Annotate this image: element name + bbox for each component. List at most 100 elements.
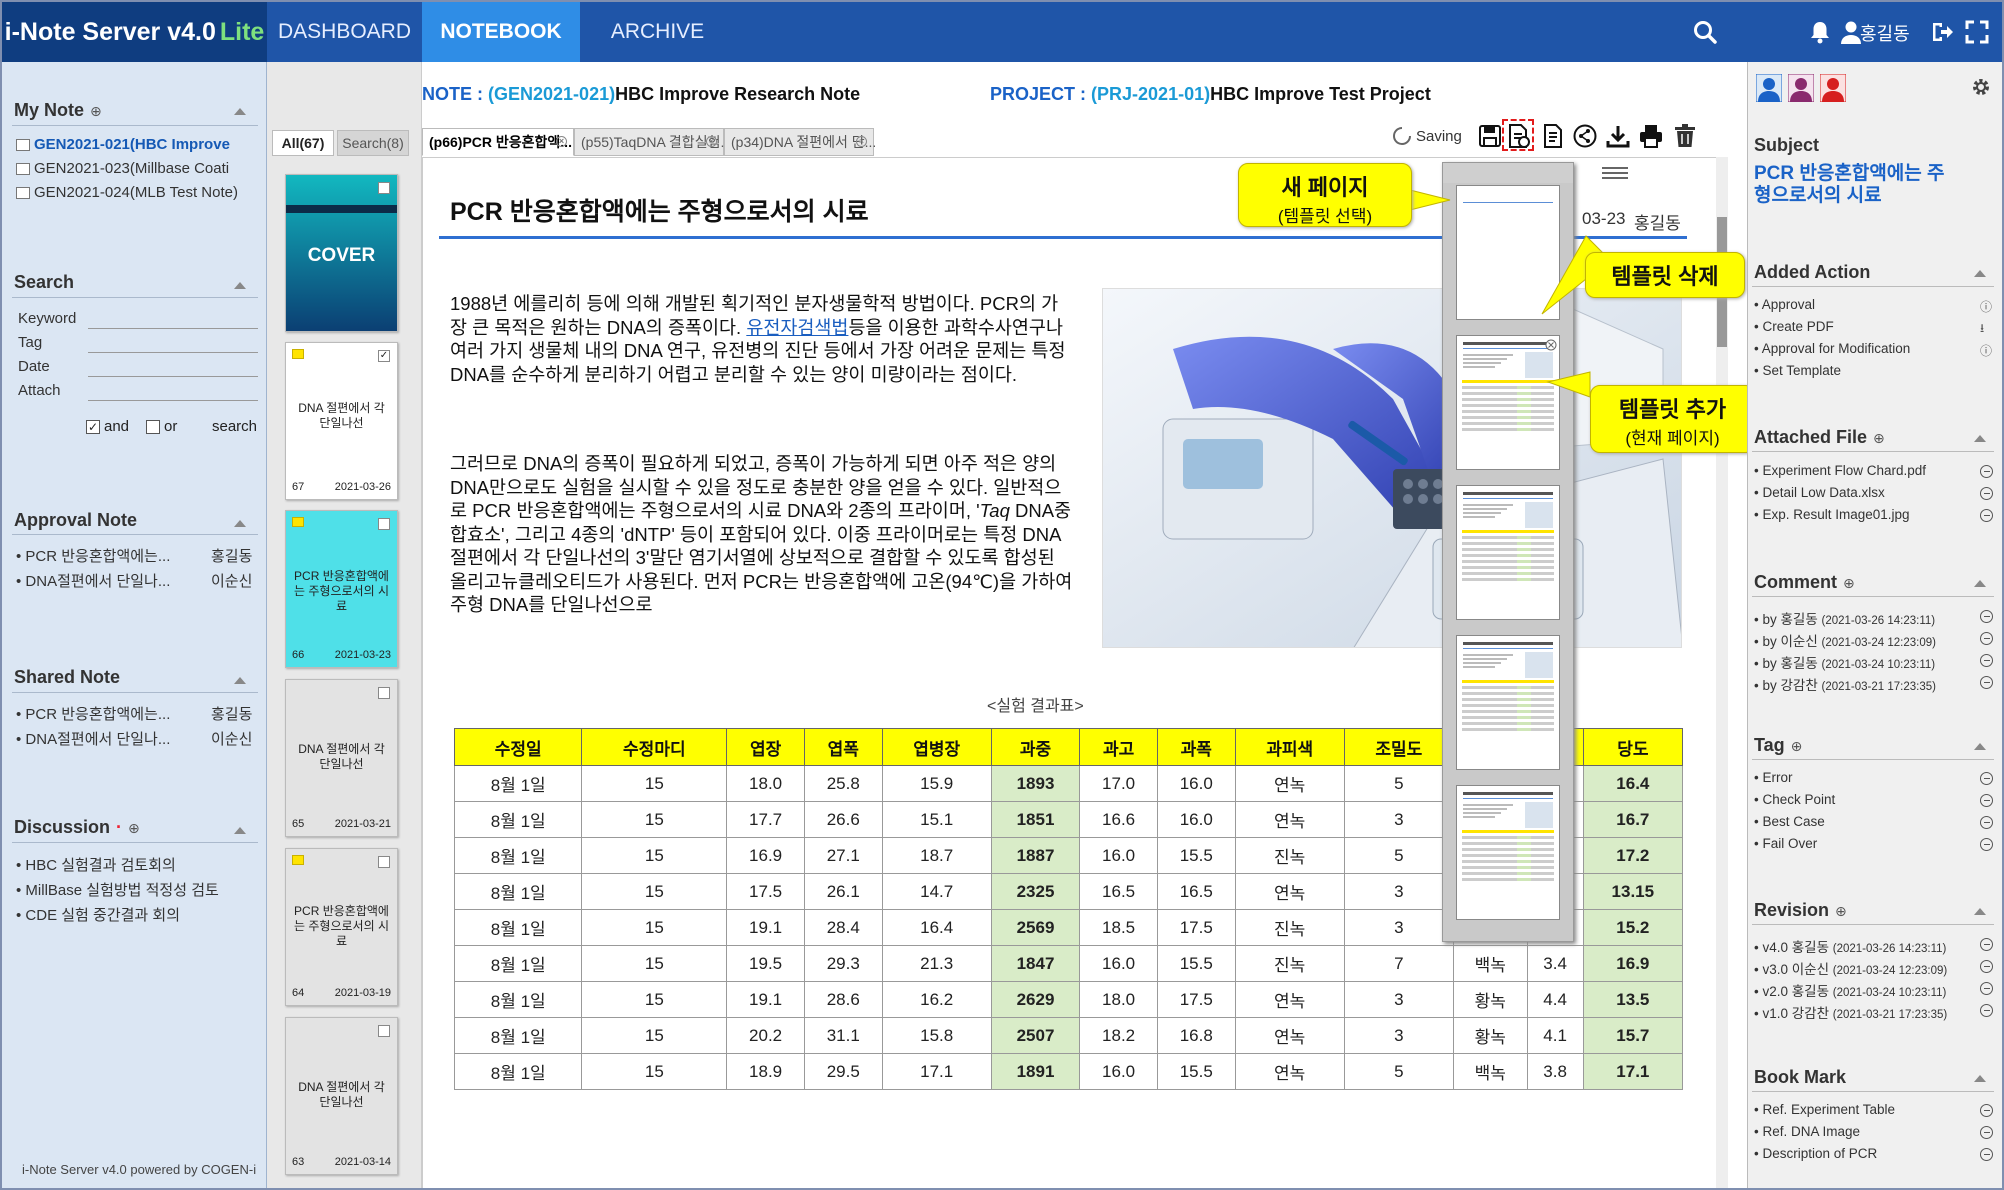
add-comment-icon[interactable]: ⊕ [1843,575,1855,591]
table-cell[interactable]: 3 [1343,873,1454,910]
table-cell[interactable]: 16.9 [1582,945,1684,982]
table-cell[interactable]: 8월 1일 [453,945,583,982]
tag-item[interactable]: • Best Case [1754,814,1825,829]
my-note-item[interactable]: GEN2021-023(Millbase Coati [16,160,229,177]
remove-icon[interactable] [1980,938,1993,951]
table-cell[interactable]: 16.0 [1079,837,1158,874]
page-thumbnail[interactable]: ✓ DNA 절편에서 각 단일나선 67 2021-03-26 [285,342,398,500]
action-approval[interactable]: • Approval [1754,297,1815,312]
table-cell[interactable]: 16.6 [1079,801,1158,838]
table-cell[interactable]: 16.4 [1582,765,1684,802]
table-cell[interactable]: 15 [581,1017,728,1054]
table-cell[interactable]: 31.1 [803,1017,883,1054]
table-cell[interactable]: 연녹 [1234,981,1345,1018]
table-cell[interactable]: 1847 [990,945,1081,982]
table-cell[interactable]: 8월 1일 [453,981,583,1018]
table-cell[interactable]: 17.1 [881,1053,992,1090]
fullscreen-icon[interactable] [1964,19,1990,45]
discussion-item[interactable]: • CDE 실험 중간결과 회의 [16,904,180,925]
table-cell[interactable]: 1887 [990,837,1081,874]
table-cell[interactable]: 3 [1343,909,1454,946]
nav-tab-archive[interactable]: ARCHIVE [580,2,735,62]
copy-page-icon[interactable] [1540,123,1566,149]
table-cell[interactable]: 연녹 [1234,765,1345,802]
remove-icon[interactable] [1980,772,1993,785]
table-cell[interactable]: 19.1 [726,981,805,1018]
table-cell[interactable]: 15.7 [1582,1017,1684,1054]
add-note-icon[interactable]: ⊕ [90,103,102,119]
revision-item[interactable]: • v4.0 홍길동 (2021-03-26 14:23:11) [1754,936,1946,956]
page-thumbnail[interactable]: PCR 반응혼합액에는 주형으로서의 시료 64 2021-03-19 [285,848,398,1006]
table-cell[interactable]: 16.8 [1156,1017,1236,1054]
search-icon[interactable] [1692,19,1718,45]
keyword-input[interactable] [88,328,258,329]
bookmark-item[interactable]: • Description of PCR [1754,1146,1877,1161]
my-note-item[interactable]: GEN2021-021(HBC Improve [16,136,230,153]
save-icon[interactable] [1477,123,1503,149]
remove-icon[interactable] [1980,1148,1993,1161]
add-tag-icon[interactable]: ⊕ [1791,738,1803,754]
table-cell[interactable]: 19.5 [726,945,805,982]
table-cell[interactable]: 8월 1일 [453,909,583,946]
remove-icon[interactable] [1980,816,1993,829]
tag-item[interactable]: • Check Point [1754,792,1835,807]
thumbnail-checkbox[interactable] [378,687,390,699]
table-cell[interactable]: 15 [581,981,728,1018]
table-cell[interactable]: 8월 1일 [453,1053,583,1090]
download-icon[interactable] [1605,123,1631,149]
trash-icon[interactable] [1672,123,1698,149]
info-icon[interactable]: ⓘ [1980,342,1992,359]
table-cell[interactable]: 16.0 [1156,801,1236,838]
paragraph-2[interactable]: 그러므로 DNA의 증폭이 필요하게 되었고, 증폭이 가능하게 되면 아주 적… [450,452,1075,617]
action-create-pdf[interactable]: • Create PDF [1754,319,1834,334]
close-tab-icon[interactable]: × [556,136,567,147]
user-name[interactable]: 홍길동 [1860,20,1910,46]
bell-icon[interactable] [1807,19,1833,45]
table-cell[interactable]: 13.5 [1582,981,1684,1018]
table-cell[interactable]: 15.2 [1582,909,1684,946]
table-cell[interactable]: 16.0 [1079,1053,1158,1090]
remove-icon[interactable] [1980,487,1993,500]
remove-icon[interactable] [1980,1104,1993,1117]
table-cell[interactable]: 17.1 [1582,1053,1684,1090]
bookmark-item[interactable]: • Ref. Experiment Table [1754,1102,1895,1117]
attached-file-item[interactable]: • Exp. Result Image01.jpg [1754,507,1910,522]
table-cell[interactable]: 15 [581,801,728,838]
table-cell[interactable]: 3 [1343,1017,1454,1054]
revision-item[interactable]: • v3.0 이순신 (2021-03-24 12:23:09) [1754,958,1947,978]
table-cell[interactable]: 16.5 [1156,873,1236,910]
table-cell[interactable]: 15.5 [1156,837,1236,874]
attached-file-item[interactable]: • Experiment Flow Chard.pdf [1754,463,1926,478]
collapse-my-note-icon[interactable] [234,108,246,115]
paragraph-1[interactable]: 1988년 에를리히 등에 의해 개발된 획기적인 분자생물학적 방법이다. P… [450,292,1075,386]
download-icon[interactable]: ⭳ [1980,319,1984,340]
add-revision-icon[interactable]: ⊕ [1835,903,1847,919]
page-thumbnail-selected[interactable]: PCR 반응혼합액에는 주형으로서의 시료 66 2021-03-23 [285,510,398,668]
discussion-item[interactable]: • MillBase 실험방법 적정성 검토 [16,879,219,900]
table-cell[interactable]: 5 [1343,837,1454,874]
table-cell[interactable]: 3.4 [1526,945,1584,982]
table-cell[interactable]: 2629 [990,981,1081,1018]
remove-icon[interactable] [1980,1126,1993,1139]
thumbnail-checkbox[interactable] [378,182,390,194]
thumbnail-checkbox[interactable] [378,856,390,868]
table-cell[interactable]: 연녹 [1234,1017,1345,1054]
table-cell[interactable]: 18.9 [726,1053,805,1090]
date-input[interactable] [88,376,258,377]
table-cell[interactable]: 1893 [990,765,1081,802]
table-cell[interactable]: 15.5 [1156,945,1236,982]
share-icon[interactable] [1572,123,1598,149]
tab-search-results[interactable]: Search(8) [337,130,409,156]
remove-icon[interactable] [1980,676,1993,689]
participant-avatar[interactable] [1820,74,1846,102]
table-cell[interactable]: 8월 1일 [453,873,583,910]
table-cell[interactable]: 17.5 [726,873,805,910]
and-checkbox[interactable]: ✓ [86,420,100,434]
table-cell[interactable]: 2507 [990,1017,1081,1054]
table-cell[interactable]: 18.0 [726,765,805,802]
table-cell[interactable]: 26.1 [803,873,883,910]
table-cell[interactable]: 8월 1일 [453,765,583,802]
remove-icon[interactable] [1980,610,1993,623]
action-set-template[interactable]: • Set Template [1754,363,1841,378]
action-approval-modification[interactable]: • Approval for Modification [1754,341,1910,356]
